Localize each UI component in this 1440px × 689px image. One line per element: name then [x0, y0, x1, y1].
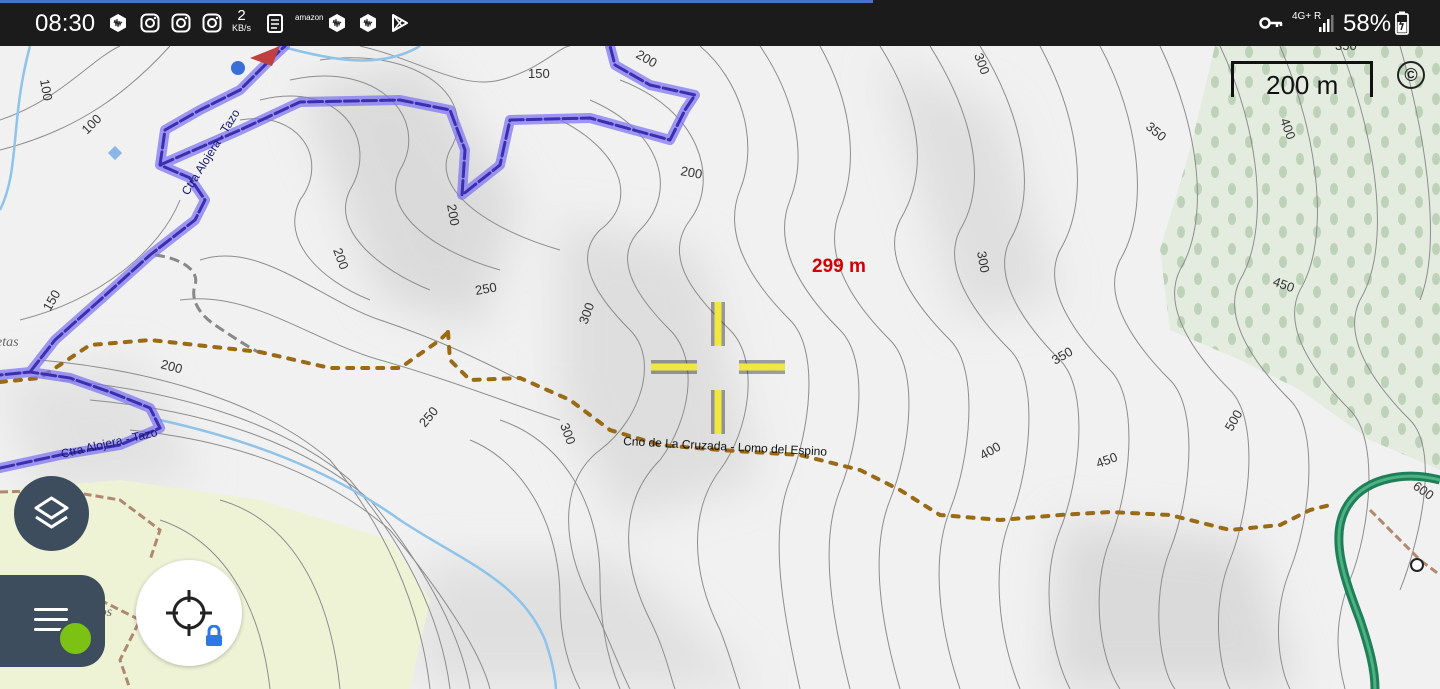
network-rate-unit: KB/s: [232, 23, 252, 33]
lock-icon: [206, 625, 222, 646]
network-type: 4G+ R: [1292, 12, 1321, 22]
copyright-icon[interactable]: ©: [1397, 61, 1425, 89]
menu-button[interactable]: [0, 575, 105, 667]
status-time: 08:30: [35, 10, 96, 37]
network-type-label: 4G+: [1292, 11, 1312, 22]
altitude-label: 299 m: [812, 256, 866, 277]
status-dot: [58, 621, 93, 656]
crosshair-gps-icon: [166, 590, 212, 636]
load-progress-bar: [0, 0, 873, 3]
instagram-icon: [202, 13, 222, 33]
instagram-icon: [140, 13, 160, 33]
contour-label: 150: [528, 66, 550, 81]
instagram-icon: [171, 13, 191, 33]
battery-icon: [1395, 11, 1409, 35]
layers-icon: [34, 496, 69, 529]
battery-percent: 58%: [1343, 10, 1392, 37]
clipboard-icon: [267, 14, 283, 33]
signal-icon: [1319, 15, 1334, 32]
network-rate-value: 2: [237, 7, 246, 24]
my-location-button[interactable]: [136, 560, 242, 666]
network-rate: 2 KB/s: [232, 7, 252, 34]
audiomack-icon: [360, 14, 376, 32]
amazon-icon: amazon: [295, 13, 324, 22]
place-label: etas: [0, 335, 19, 350]
play-store-icon: [392, 14, 408, 32]
scale-label: 200 m: [1266, 70, 1339, 100]
status-bar: 08:30 2 KB/s amazon 4G+ R 58%: [0, 0, 1440, 46]
layers-button[interactable]: [14, 476, 89, 551]
scale-bar: 200 m: [1231, 61, 1373, 100]
key-icon: [1259, 17, 1283, 29]
audiomack-icon: [110, 14, 126, 32]
audiomack-icon: [329, 14, 345, 32]
